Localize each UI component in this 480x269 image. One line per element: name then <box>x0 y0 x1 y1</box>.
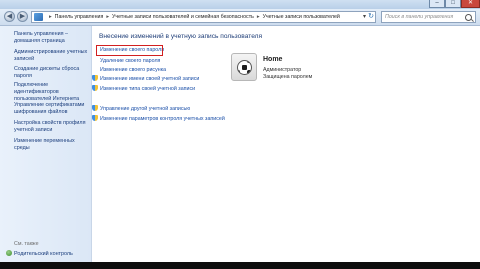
page-title: Внесение изменений в учетную запись поль… <box>99 33 263 40</box>
avatar[interactable] <box>231 53 257 81</box>
remove-password-link[interactable]: Удаление своего пароля <box>100 58 160 65</box>
minimize-button[interactable]: – <box>429 0 445 8</box>
soccer-ball-icon <box>237 60 252 75</box>
forward-button[interactable]: ▶ <box>17 11 28 22</box>
uac-settings-label: Изменение параметров контроля учетных за… <box>100 116 225 122</box>
uac-shield-icon <box>92 75 98 81</box>
refresh-icon[interactable]: ↻ <box>368 12 374 22</box>
breadcrumb-item-user-accounts-family[interactable]: Учетные записи пользователей и семейная … <box>112 14 254 20</box>
sidebar-item-environment-variables[interactable]: Изменение переменных среды <box>14 138 88 152</box>
search-icon[interactable] <box>465 14 472 21</box>
breadcrumb-separator-icon: ▸ <box>49 14 52 20</box>
uac-shield-icon <box>92 115 98 121</box>
sidebar-item-profile-properties[interactable]: Настройка свойств профиля учетной записи <box>14 120 88 134</box>
breadcrumb: ▸ Панель управления ▸ Учетные записи пользо… <box>46 12 340 22</box>
address-dropdown-icon[interactable]: ▾ <box>363 12 366 22</box>
breadcrumb-item-user-accounts[interactable]: Учетные записи пользователей <box>263 14 340 20</box>
change-account-name-link[interactable]: Изменение имени своей учетной записи <box>92 75 199 83</box>
uac-settings-link[interactable]: Изменение параметров контроля учетных за… <box>92 115 225 123</box>
account-role: Администратор <box>263 67 302 73</box>
sidebar-item-link-online-ids[interactable]: Подключение идентификаторов пользователе… <box>14 82 88 103</box>
uac-shield-icon <box>92 85 98 91</box>
sidebar-item-account-administration[interactable]: Администрирование учетных записей <box>14 49 88 63</box>
uac-shield-icon <box>92 105 98 111</box>
account-status: Защищена паролем <box>263 74 313 80</box>
close-button[interactable]: ✕ <box>461 0 480 8</box>
sidebar-item-control-panel-home[interactable]: Панель управления – домашняя страница <box>14 31 88 45</box>
control-panel-window: – □ ✕ ◀ ▶ ▸ Панель управления ▸ Учетные зап… <box>0 0 480 262</box>
manage-another-account-link[interactable]: Управление другой учетной записью <box>92 105 190 113</box>
sidebar-item-file-encryption-certificates[interactable]: Управление сертификатами шифрования файл… <box>14 102 88 116</box>
back-button[interactable]: ◀ <box>4 11 15 22</box>
account-name: Home <box>263 56 283 63</box>
parental-control-icon <box>6 250 12 256</box>
parental-control-label: Родительский контроль <box>14 251 73 257</box>
change-picture-link[interactable]: Изменение своего рисунка <box>100 67 166 74</box>
breadcrumb-item-control-panel[interactable]: Панель управления <box>55 14 104 20</box>
sidebar-item-password-reset-disk[interactable]: Создание дискеты сброса пароля <box>14 66 88 80</box>
breadcrumb-separator-icon[interactable]: ▸ <box>257 14 260 20</box>
taskbar <box>0 262 480 269</box>
search-box[interactable]: Поиск в панели управления <box>381 11 476 23</box>
account-card: Home Администратор Защищена паролем <box>228 50 324 84</box>
manage-another-account-label: Управление другой учетной записью <box>100 106 191 112</box>
sidebar-item-parental-control[interactable]: Родительский контроль <box>6 250 73 258</box>
change-account-name-label: Изменение имени своей учетной записи <box>100 76 200 82</box>
title-bar: – □ ✕ <box>0 0 480 9</box>
navigation-bar: ◀ ▶ ▸ Панель управления ▸ Учетные записи по… <box>0 9 480 26</box>
sidebar: Панель управления – домашняя страница Ад… <box>0 26 92 262</box>
change-account-type-link[interactable]: Изменение типа своей учетной записи <box>92 85 195 93</box>
control-panel-icon <box>34 13 43 21</box>
change-account-type-label: Изменение типа своей учетной записи <box>100 86 196 92</box>
breadcrumb-separator-icon[interactable]: ▸ <box>106 14 109 20</box>
see-also-heading: См. также <box>14 241 39 247</box>
highlight-box <box>96 45 163 56</box>
address-bar[interactable]: ▸ Панель управления ▸ Учетные записи пользо… <box>31 11 376 23</box>
maximize-button[interactable]: □ <box>445 0 461 8</box>
search-placeholder[interactable]: Поиск в панели управления <box>385 12 453 22</box>
